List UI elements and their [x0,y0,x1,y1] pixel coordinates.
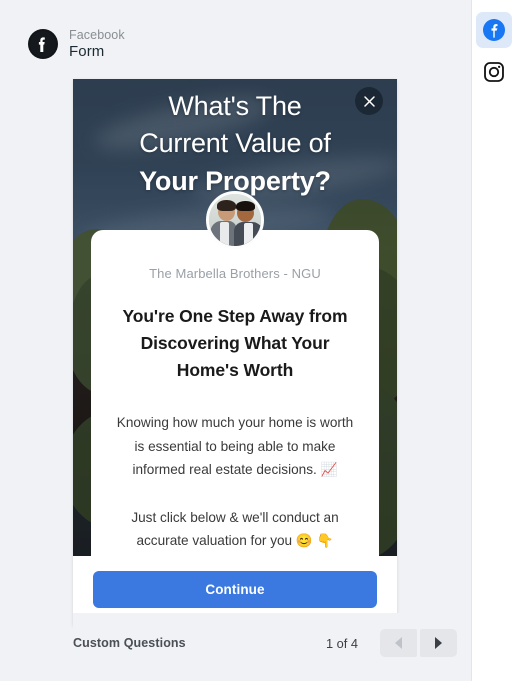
page-counter: 1 of 4 [325,635,358,651]
chevron-left-icon [395,637,402,649]
previous-page-button[interactable] [380,629,417,657]
avatar-shape [236,201,255,211]
facebook-logo-icon [28,29,58,59]
facebook-icon [482,19,505,41]
hero-title: What's The Current Value of Your Propert… [73,88,397,200]
pagination-controls [380,629,457,657]
hero-section: What's The Current Value of Your Propert… [73,79,397,556]
platform-label: Facebook [69,28,125,43]
rail-item-instagram[interactable] [476,54,512,90]
brand-name: The Marbella Brothers - NGU [149,266,321,281]
avatar-shape [220,222,229,246]
form-preview-app: Facebook Form What's The Current Value o… [0,0,515,681]
page-title: Form [69,42,105,60]
card-paragraph-2: Just click below & we'll conduct an accu… [131,509,339,548]
rail-item-facebook[interactable] [475,12,512,48]
next-page-button[interactable] [420,629,457,657]
avatar-shape [217,200,236,211]
avatar-shape [244,223,253,246]
hero-title-line-1: What's The [168,91,302,121]
preview-footer: Custom Questions 1 of 4 [73,613,471,673]
instagram-icon [483,62,504,82]
continue-button[interactable]: Continue [93,571,377,608]
avatar [206,191,264,249]
section-label: Custom Questions [73,636,186,650]
channel-rail [472,0,515,681]
close-icon[interactable] [355,87,383,115]
card-paragraph-1: Knowing how much your home is worth is e… [116,415,354,478]
card-heading: You're One Step Away from Discovering Wh… [122,306,348,381]
hero-title-line-2: Current Value of [139,128,331,159]
header-text: Facebook Form [69,28,125,60]
content-card: The Marbella Brothers - NGU You're One S… [91,230,379,556]
main-panel: Facebook Form What's The Current Value o… [0,0,472,681]
chevron-right-icon [435,637,442,649]
form-preview-card: What's The Current Value of Your Propert… [73,79,397,626]
page-header: Facebook Form [0,0,471,68]
